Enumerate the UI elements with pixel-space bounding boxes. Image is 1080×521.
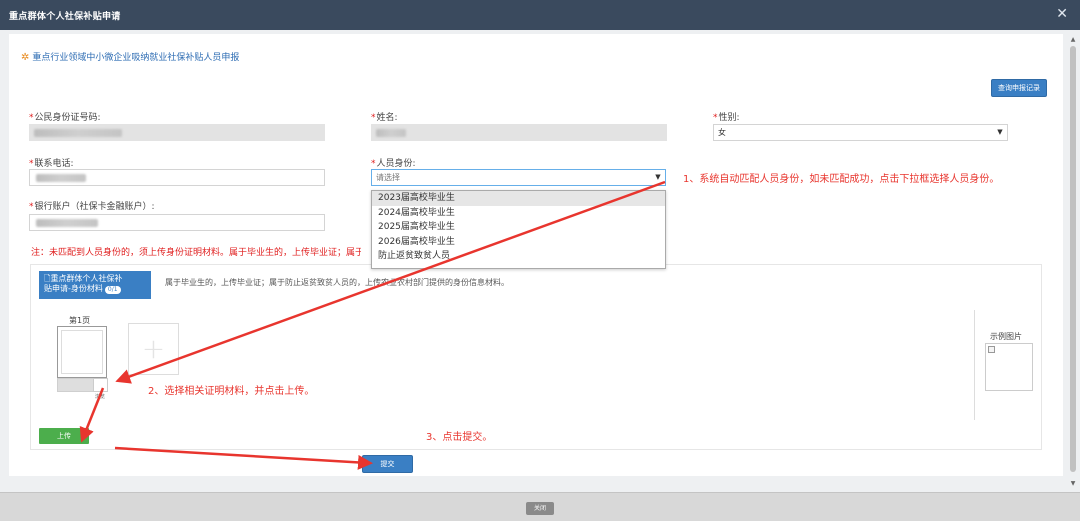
- vertical-scrollbar[interactable]: ▲ ▼: [1068, 34, 1078, 490]
- scroll-down-icon[interactable]: ▼: [1069, 480, 1077, 488]
- example-image[interactable]: [985, 343, 1033, 391]
- identity-option[interactable]: 2024届高校毕业生: [372, 206, 665, 221]
- example-image-label: 示例图片: [990, 332, 1022, 341]
- plus-icon: +: [141, 332, 166, 365]
- window-title: 重点群体个人社保补贴申请: [9, 12, 121, 22]
- name-label: *姓名:: [371, 113, 398, 123]
- submit-button[interactable]: 提交: [362, 455, 413, 473]
- scrollbar-thumb[interactable]: [1070, 46, 1076, 472]
- identity-option[interactable]: 2026届高校毕业生: [372, 235, 665, 250]
- identity-option[interactable]: 2025届高校毕业生: [372, 220, 665, 235]
- identity-option[interactable]: 防止返贫致贫人员: [372, 249, 665, 264]
- chevron-down-icon[interactable]: ▼: [651, 170, 665, 185]
- sparkle-icon: ✲: [21, 52, 30, 63]
- phone-field[interactable]: [29, 169, 325, 186]
- broken-image-icon: [988, 346, 995, 353]
- upload-count-badge: 0/1: [104, 286, 121, 294]
- scroll-up-icon[interactable]: ▲: [1069, 36, 1077, 44]
- annotation-step1: 1、系统自动匹配人员身份，如未匹配成功，点击下拉框选择人员身份。: [683, 174, 1000, 185]
- id-number-field[interactable]: [29, 124, 325, 141]
- upload-button[interactable]: 上传: [39, 428, 89, 444]
- gender-label: *性别:: [713, 113, 740, 123]
- page-label: 第1页: [69, 316, 91, 325]
- example-image-panel: 示例图片: [974, 310, 1042, 420]
- annotation-step2: 2、选择相关证明材料，并点击上传。: [148, 386, 315, 397]
- add-page-button[interactable]: +: [128, 323, 179, 375]
- identity-select[interactable]: 请选择 ▼: [371, 169, 666, 186]
- upload-description: 属于毕业生的，上传毕业证；属于防止返贫致贫人员的，上传农业农村部门提供的身份信息…: [165, 278, 509, 287]
- bank-account-field[interactable]: [29, 214, 325, 231]
- dialog-footer: 关闭: [0, 492, 1080, 521]
- identity-label: *人员身份:: [371, 159, 416, 169]
- upload-area: 🗋重点群体个人社保补 贴申请-身份材料 0/1 属于毕业生的，上传毕业证；属于防止…: [30, 264, 1042, 450]
- required-note: 注：未匹配到人员身份的，须上传身份证明材料。属于毕业生的，上传毕业证；属于防: [31, 248, 361, 258]
- id-number-label: *公民身份证号码:: [29, 113, 101, 123]
- close-button[interactable]: 关闭: [526, 502, 554, 515]
- section-title: ✲ 重点行业领域中小微企业吸纳就业社保补贴人员申报: [21, 52, 240, 63]
- chevron-down-icon: ▼: [997, 128, 1003, 136]
- close-icon[interactable]: ✕: [1056, 6, 1068, 22]
- identity-dropdown-list: 2023届高校毕业生 2024届高校毕业生 2025届高校毕业生 2026届高校…: [371, 190, 666, 269]
- bank-account-label: *银行账户（社保卡金融账户）:: [29, 202, 155, 212]
- annotation-step3: 3、点击提交。: [426, 432, 493, 443]
- name-field[interactable]: [371, 124, 667, 141]
- choose-file-button[interactable]: [93, 378, 108, 392]
- upload-category-tag[interactable]: 🗋重点群体个人社保补 贴申请-身份材料 0/1: [39, 271, 151, 299]
- page-thumbnail[interactable]: [57, 326, 107, 378]
- gender-select[interactable]: 女 ▼: [713, 124, 1008, 141]
- phone-label: *联系电话:: [29, 159, 74, 169]
- query-records-button[interactable]: 查询申报记录: [991, 79, 1047, 97]
- window-titlebar: 重点群体个人社保补贴申请 ✕: [0, 0, 1080, 30]
- identity-option[interactable]: 2023届高校毕业生: [372, 191, 665, 206]
- choose-file-label: 浏览: [95, 394, 106, 400]
